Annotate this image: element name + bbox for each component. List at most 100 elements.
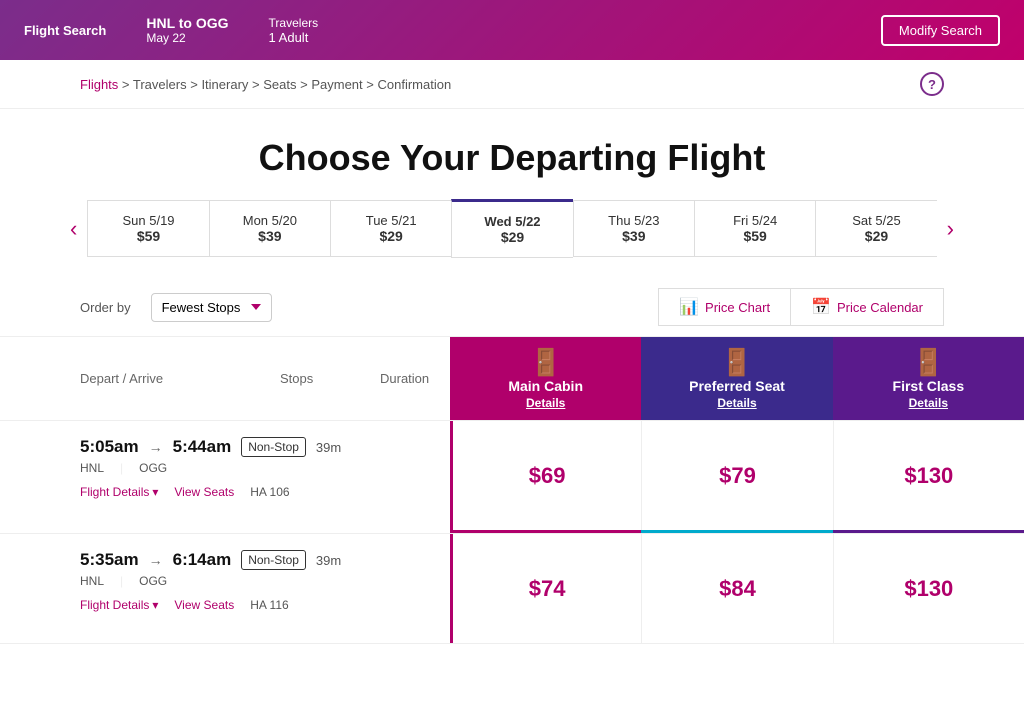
date-tab-3[interactable]: Wed 5/22 $29 <box>451 199 572 258</box>
date-tab-4[interactable]: Thu 5/23 $39 <box>573 200 694 257</box>
help-icon[interactable]: ? <box>920 72 944 96</box>
col-stops: Stops <box>280 371 380 386</box>
breadcrumb-confirmation: Confirmation <box>378 77 452 92</box>
view-seats-0[interactable]: View Seats <box>174 485 234 499</box>
date-tab-price-5: $59 <box>703 228 807 244</box>
order-by-select[interactable]: Fewest Stops Price Duration <box>151 293 272 322</box>
breadcrumb-travelers[interactable]: Travelers <box>133 77 187 92</box>
date-tab-day-2: Tue 5/21 <box>339 213 443 228</box>
route-date: May 22 <box>146 31 228 45</box>
main-cabin-name: Main Cabin <box>508 378 583 394</box>
price-calendar-label: Price Calendar <box>837 300 923 315</box>
preferred-seat-name: Preferred Seat <box>689 378 785 394</box>
flight-row-1: 5:35am → 6:14am Non-Stop 39m HNL | OGG F… <box>0 533 1024 643</box>
flight-number-1: HA 116 <box>250 598 288 612</box>
travelers-info: Travelers 1 Adult <box>269 16 319 45</box>
header: Flight Search HNL to OGG May 22 Traveler… <box>0 0 1024 60</box>
breadcrumb-seats[interactable]: Seats <box>263 77 296 92</box>
route-info: HNL to OGG May 22 <box>146 15 228 45</box>
view-seats-1[interactable]: View Seats <box>174 598 234 612</box>
cabin-header-first[interactable]: 🚪 First Class Details <box>833 337 1024 420</box>
flight-info-0: 5:05am → 5:44am Non-Stop 39m HNL | OGG F… <box>0 421 450 530</box>
first-class-icon: 🚪 <box>912 347 944 378</box>
page-title: Choose Your Departing Flight <box>0 109 1024 199</box>
date-tab-day-4: Thu 5/23 <box>582 213 686 228</box>
date-tab-day-3: Wed 5/22 <box>460 214 564 229</box>
arrive-airport-1: OGG <box>139 574 167 588</box>
flight-number-0: HA 106 <box>250 485 289 499</box>
date-tab-5[interactable]: Fri 5/24 $59 <box>694 200 815 257</box>
travelers-value: 1 Adult <box>269 30 319 45</box>
price-preferred-1[interactable]: $84 <box>641 534 832 643</box>
chevron-down-icon-1: ▾ <box>152 598 158 612</box>
modify-search-button[interactable]: Modify Search <box>881 15 1000 46</box>
breadcrumb: Flights > Travelers > Itinerary > Seats … <box>80 77 451 92</box>
date-tab-price-0: $59 <box>96 228 200 244</box>
arrow-icon-1: → <box>149 552 163 568</box>
chart-buttons: 📊 Price Chart 📅 Price Calendar <box>658 288 944 326</box>
calendar-icon: 📅 <box>811 297 831 317</box>
prev-date-arrow[interactable]: ‹ <box>60 216 87 242</box>
price-chart-button[interactable]: 📊 Price Chart <box>658 288 790 326</box>
flight-row-0: 5:05am → 5:44am Non-Stop 39m HNL | OGG F… <box>0 420 1024 530</box>
stops-badge-1: Non-Stop <box>241 550 306 570</box>
date-tab-0[interactable]: Sun 5/19 $59 <box>87 200 208 257</box>
date-tab-day-1: Mon 5/20 <box>218 213 322 228</box>
route-text: HNL to OGG <box>146 15 228 31</box>
bar-chart-icon: 📊 <box>679 297 699 317</box>
depart-time-1: 5:35am <box>80 550 139 570</box>
date-tab-price-4: $39 <box>582 228 686 244</box>
flight-details-0[interactable]: Flight Details ▾ <box>80 485 158 499</box>
preferred-seat-details[interactable]: Details <box>717 396 756 410</box>
left-col-headers: Depart / Arrive Stops Duration <box>0 337 450 420</box>
date-tab-price-1: $39 <box>218 228 322 244</box>
date-tab-day-5: Fri 5/24 <box>703 213 807 228</box>
next-date-arrow[interactable]: › <box>937 216 964 242</box>
table-header: Depart / Arrive Stops Duration 🚪 Main Ca… <box>0 337 1024 420</box>
breadcrumb-area: Flights > Travelers > Itinerary > Seats … <box>0 60 1024 109</box>
date-tab-1[interactable]: Mon 5/20 $39 <box>209 200 330 257</box>
price-preferred-0[interactable]: $79 <box>641 421 832 530</box>
duration-0: 39m <box>316 440 341 455</box>
date-tab-price-3: $29 <box>460 229 564 245</box>
date-nav: ‹ Sun 5/19 $59 Mon 5/20 $39 Tue 5/21 $29… <box>0 199 1024 258</box>
flight-info-1: 5:35am → 6:14am Non-Stop 39m HNL | OGG F… <box>0 534 450 643</box>
breadcrumb-payment[interactable]: Payment <box>311 77 362 92</box>
date-tab-price-2: $29 <box>339 228 443 244</box>
breadcrumb-itinerary[interactable]: Itinerary <box>201 77 248 92</box>
controls-row: Order by Fewest Stops Price Duration 📊 P… <box>0 278 1024 337</box>
depart-time-0: 5:05am <box>80 437 139 457</box>
duration-1: 39m <box>316 553 341 568</box>
main-cabin-icon: 🚪 <box>529 347 561 378</box>
depart-airport-1: HNL <box>80 574 104 588</box>
first-class-details[interactable]: Details <box>909 396 948 410</box>
chevron-down-icon-0: ▾ <box>152 485 158 499</box>
flight-details-1[interactable]: Flight Details ▾ <box>80 598 158 612</box>
arrow-icon-0: → <box>149 439 163 455</box>
col-depart-arrive: Depart / Arrive <box>80 371 280 386</box>
date-tab-6[interactable]: Sat 5/25 $29 <box>815 200 936 257</box>
arrive-airport-0: OGG <box>139 461 167 475</box>
first-class-name: First Class <box>893 378 965 394</box>
price-calendar-button[interactable]: 📅 Price Calendar <box>790 288 944 326</box>
flight-search-label: Flight Search <box>24 23 106 38</box>
main-cabin-details[interactable]: Details <box>526 396 565 410</box>
price-main-0[interactable]: $69 <box>450 421 641 530</box>
cabin-header-main[interactable]: 🚪 Main Cabin Details <box>450 337 641 420</box>
date-tab-day-0: Sun 5/19 <box>96 213 200 228</box>
stops-badge-0: Non-Stop <box>241 437 306 457</box>
preferred-seat-icon: 🚪 <box>721 347 753 378</box>
breadcrumb-flights[interactable]: Flights <box>80 77 118 92</box>
date-tab-day-6: Sat 5/25 <box>824 213 928 228</box>
date-tab-2[interactable]: Tue 5/21 $29 <box>330 200 451 257</box>
date-tab-price-6: $29 <box>824 228 928 244</box>
cabin-header-preferred[interactable]: 🚪 Preferred Seat Details <box>641 337 832 420</box>
price-first-0[interactable]: $130 <box>833 421 1024 530</box>
arrive-time-1: 6:14am <box>173 550 232 570</box>
arrive-time-0: 5:44am <box>173 437 232 457</box>
price-main-1[interactable]: $74 <box>450 534 641 643</box>
price-first-1[interactable]: $130 <box>833 534 1024 643</box>
order-by-label: Order by <box>80 300 131 315</box>
travelers-label: Travelers <box>269 16 319 30</box>
depart-airport-0: HNL <box>80 461 104 475</box>
